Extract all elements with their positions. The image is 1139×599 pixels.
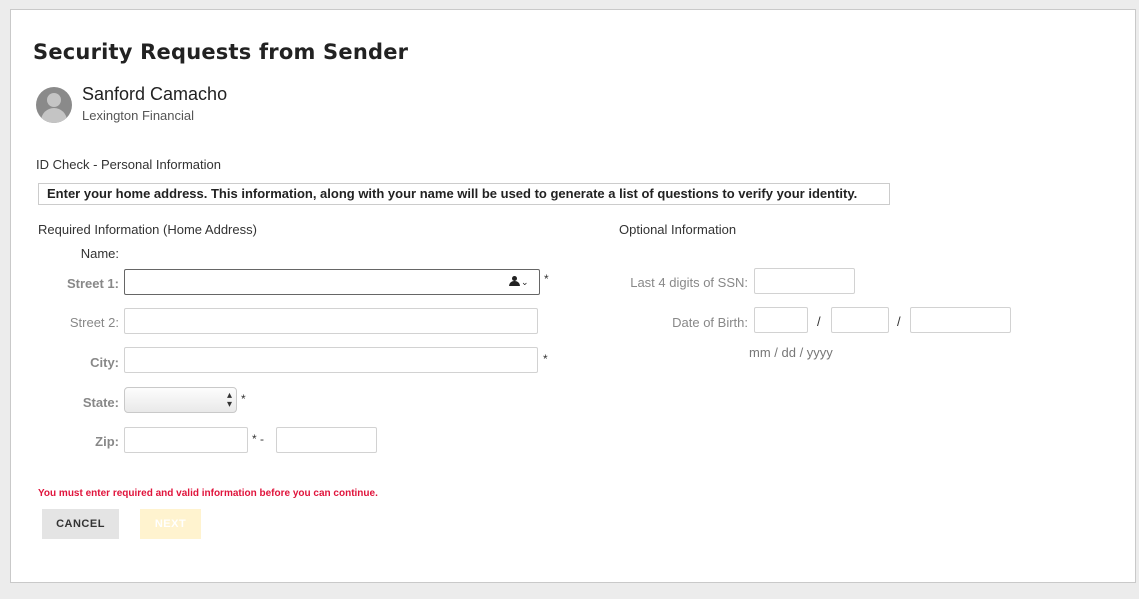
person-icon[interactable]: ⌄ bbox=[508, 276, 529, 288]
city-required-marker: * bbox=[543, 352, 548, 366]
dob-year-input[interactable] bbox=[910, 307, 1011, 333]
zip-required-marker: * - bbox=[252, 432, 264, 446]
date-format-hint: mm / dd / yyyy bbox=[749, 345, 833, 360]
instruction-banner: Enter your home address. This informatio… bbox=[38, 183, 890, 205]
section-title: ID Check - Personal Information bbox=[36, 157, 221, 172]
state-select[interactable]: ▴ ▾ bbox=[124, 387, 237, 413]
sender-company: Lexington Financial bbox=[82, 108, 195, 123]
name-label: Name: bbox=[80, 246, 119, 261]
street2-input[interactable] bbox=[124, 308, 538, 334]
dob-label: Date of Birth: bbox=[672, 315, 748, 330]
state-required-marker: * bbox=[241, 392, 246, 406]
avatar bbox=[36, 87, 72, 123]
date-separator: / bbox=[897, 314, 901, 329]
ssn-input[interactable] bbox=[754, 268, 855, 294]
cancel-button[interactable]: CANCEL bbox=[42, 509, 119, 539]
zip-extension-input[interactable] bbox=[276, 427, 377, 453]
sender-name: Sanford Camacho bbox=[82, 84, 228, 104]
zip-input[interactable] bbox=[124, 427, 248, 453]
city-label: City: bbox=[90, 355, 119, 370]
ssn-label: Last 4 digits of SSN: bbox=[630, 275, 748, 290]
city-input[interactable] bbox=[124, 347, 538, 373]
state-label: State: bbox=[82, 395, 119, 410]
street1-input[interactable] bbox=[124, 269, 540, 295]
page-title: Security Requests from Sender bbox=[33, 40, 409, 64]
error-message: You must enter required and valid inform… bbox=[38, 488, 378, 499]
required-heading: Required Information (Home Address) bbox=[38, 222, 257, 237]
date-separator: / bbox=[817, 314, 821, 329]
street1-label: Street 1: bbox=[66, 276, 119, 291]
select-arrows-icon: ▴ ▾ bbox=[226, 390, 232, 410]
optional-heading: Optional Information bbox=[619, 222, 737, 237]
street1-required-marker: * bbox=[544, 272, 549, 286]
dob-month-input[interactable] bbox=[754, 307, 808, 333]
zip-label: Zip: bbox=[95, 434, 119, 449]
street2-label: Street 2: bbox=[69, 315, 119, 330]
dob-day-input[interactable] bbox=[831, 307, 889, 333]
next-button[interactable]: NEXT bbox=[140, 509, 201, 539]
